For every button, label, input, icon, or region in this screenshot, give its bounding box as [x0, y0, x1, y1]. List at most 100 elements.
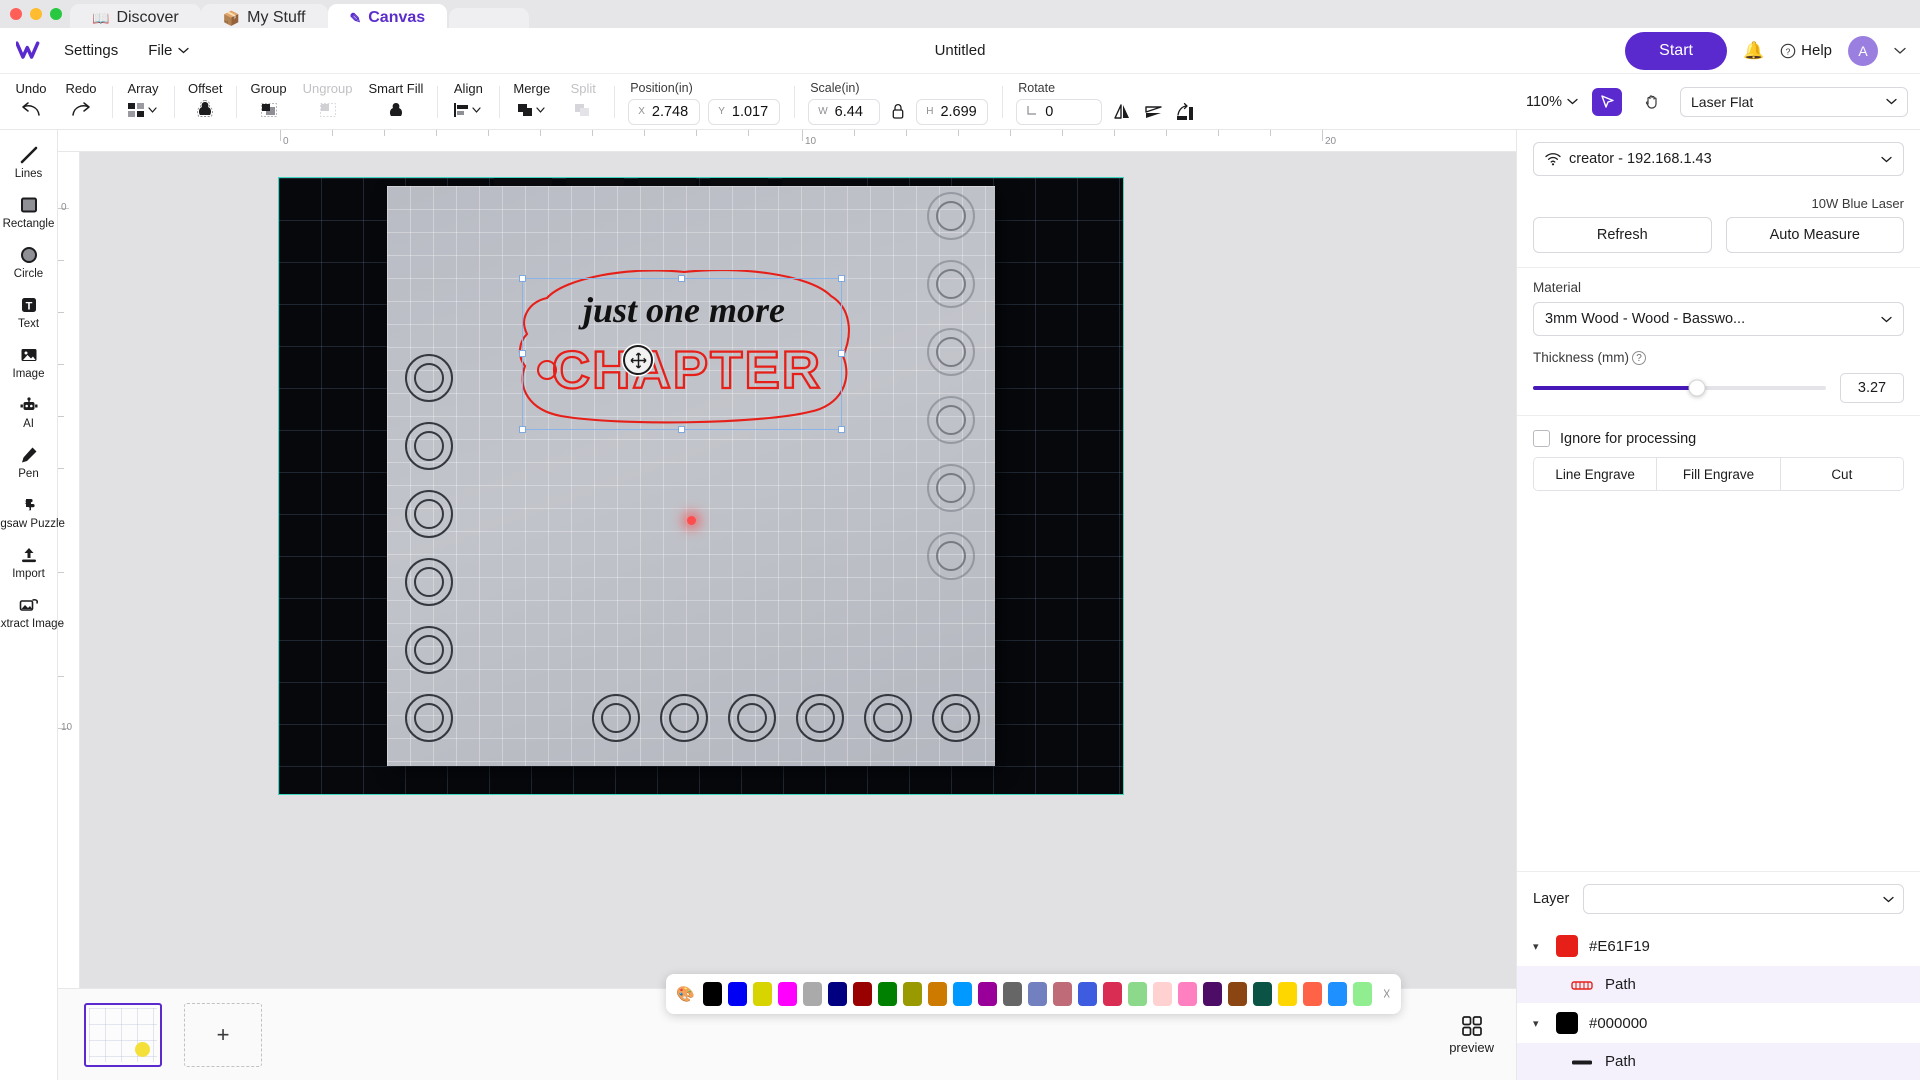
color-swatch[interactable] [977, 982, 997, 1006]
horizontal-ruler[interactable]: 0 10 20 [58, 130, 1516, 152]
layer-color-swatch[interactable] [1556, 1012, 1578, 1034]
device-selector[interactable]: creator - 192.168.1.43 [1533, 142, 1904, 176]
question-mark-icon[interactable]: ? [1632, 351, 1647, 366]
color-swatch[interactable] [927, 982, 947, 1006]
layer-group-red[interactable]: ▾ #E61F19 [1517, 926, 1920, 966]
color-swatch[interactable] [902, 982, 922, 1006]
color-swatch[interactable] [1027, 982, 1047, 1006]
thickness-value-input[interactable]: 3.27 [1840, 373, 1904, 404]
avatar[interactable]: A [1848, 35, 1878, 66]
layer-group-black[interactable]: ▾ #000000 [1517, 1003, 1920, 1043]
ungroup-button[interactable]: Ungroup [303, 74, 352, 121]
resize-handle-bottom-center[interactable] [678, 426, 685, 433]
color-swatch[interactable] [1202, 982, 1222, 1006]
position-y-input[interactable]: Y 1.017 [708, 98, 781, 125]
align-to-edge-button[interactable] [1174, 100, 1198, 124]
color-swatch[interactable] [1277, 982, 1297, 1006]
auto-measure-button[interactable]: Auto Measure [1725, 217, 1904, 253]
layer-selector[interactable] [1583, 884, 1904, 914]
color-swatch[interactable] [752, 982, 772, 1006]
tool-extract-image[interactable]: Extract Image [0, 594, 64, 630]
help-button[interactable]: ? Help [1780, 42, 1832, 59]
layer-item-path-red[interactable]: Path [1517, 966, 1920, 1003]
tool-import[interactable]: Import [0, 544, 58, 580]
minimize-window-button[interactable] [30, 8, 42, 20]
tool-rectangle[interactable]: Rectangle [0, 194, 58, 230]
color-swatch[interactable] [1227, 982, 1247, 1006]
mode-line-engrave[interactable]: Line Engrave [1534, 458, 1658, 491]
refresh-button[interactable]: Refresh [1533, 217, 1712, 253]
menu-file[interactable]: File [148, 42, 190, 59]
chevron-down-icon[interactable]: ▾ [1533, 1017, 1545, 1030]
color-swatch[interactable] [1352, 982, 1372, 1006]
color-swatch[interactable] [1177, 982, 1197, 1006]
color-swatch[interactable] [1002, 982, 1022, 1006]
tool-circle[interactable]: Circle [0, 244, 58, 280]
color-swatch[interactable] [1102, 982, 1122, 1006]
tool-ai[interactable]: AI [0, 394, 58, 430]
color-swatch[interactable] [1077, 982, 1097, 1006]
resize-handle-bottom-left[interactable] [519, 426, 526, 433]
ignore-processing-row[interactable]: Ignore for processing [1517, 416, 1920, 457]
color-swatch[interactable] [1152, 982, 1172, 1006]
color-palette-icon[interactable]: 🎨 [676, 985, 695, 1003]
ignore-processing-checkbox[interactable] [1533, 430, 1550, 448]
color-swatch[interactable] [952, 982, 972, 1006]
split-button[interactable]: Split [566, 74, 600, 121]
color-swatch[interactable] [1252, 982, 1272, 1006]
close-circle-icon[interactable]: ☓ [1383, 985, 1391, 1003]
resize-handle-top-right[interactable] [838, 275, 845, 282]
color-swatch[interactable] [727, 982, 747, 1006]
notifications-bell-icon[interactable]: 🔔 [1743, 41, 1764, 61]
pan-tool-button[interactable] [1636, 88, 1666, 116]
canvas-stage[interactable]: just one more CHAPTER [80, 152, 1516, 1080]
align-button[interactable]: Align [451, 74, 485, 121]
resize-handle-bottom-right[interactable] [838, 426, 845, 433]
layer-color-swatch[interactable] [1556, 935, 1578, 957]
resize-handle-top-center[interactable] [678, 275, 685, 282]
flip-horizontal-button[interactable] [1110, 100, 1134, 124]
mode-fill-engrave[interactable]: Fill Engrave [1657, 458, 1781, 491]
tool-lines[interactable]: Lines [0, 144, 58, 180]
tool-text[interactable]: T Text [0, 294, 58, 330]
rotate-angle-input[interactable]: 0 [1016, 98, 1103, 125]
thickness-slider[interactable] [1533, 379, 1826, 397]
undo-button[interactable]: Undo [14, 74, 48, 121]
group-button[interactable]: Group [250, 74, 287, 121]
color-swatch[interactable] [827, 982, 847, 1006]
position-x-input[interactable]: X 2.748 [628, 98, 701, 125]
preview-button[interactable]: preview [1449, 1015, 1494, 1055]
offset-button[interactable]: Offset [188, 74, 222, 121]
add-page-button[interactable]: + [184, 1002, 262, 1067]
vertical-ruler[interactable]: 0 10 [58, 152, 80, 1080]
tool-jigsaw-puzzle[interactable]: Jigsaw Puzzle [0, 494, 65, 530]
merge-button[interactable]: Merge [513, 74, 550, 121]
color-swatch[interactable] [1127, 982, 1147, 1006]
resize-handle-left-center[interactable] [519, 350, 526, 357]
maximize-window-button[interactable] [50, 8, 62, 20]
smart-fill-button[interactable]: Smart Fill [368, 74, 423, 121]
resize-handle-top-left[interactable] [519, 275, 526, 282]
color-swatch[interactable] [1302, 982, 1322, 1006]
app-logo[interactable] [0, 40, 58, 61]
page-thumbnail-1[interactable] [84, 1002, 162, 1067]
redo-button[interactable]: Redo [64, 74, 98, 121]
chevron-down-icon[interactable]: ▾ [1533, 940, 1545, 953]
array-button[interactable]: Array [126, 74, 160, 121]
zoom-level-selector[interactable]: 110% [1526, 94, 1578, 110]
select-tool-button[interactable] [1592, 87, 1622, 116]
mode-cut[interactable]: Cut [1780, 458, 1903, 491]
resize-handle-right-center[interactable] [838, 350, 845, 357]
layer-item-path-black[interactable]: Path [1517, 1043, 1920, 1080]
lock-aspect-ratio-button[interactable] [888, 103, 908, 120]
scale-width-input[interactable]: W 6.44 [808, 98, 881, 125]
flip-vertical-button[interactable] [1142, 100, 1166, 124]
tool-pen[interactable]: Pen [0, 444, 58, 480]
start-button[interactable]: Start [1625, 31, 1727, 70]
close-window-button[interactable] [10, 8, 22, 20]
tool-image[interactable]: Image [0, 344, 58, 380]
material-selector[interactable]: 3mm Wood - Wood - Basswo... [1533, 302, 1904, 336]
color-swatch[interactable] [877, 982, 897, 1006]
account-chevron-down-icon[interactable] [1894, 47, 1906, 55]
color-swatch[interactable] [777, 982, 797, 1006]
